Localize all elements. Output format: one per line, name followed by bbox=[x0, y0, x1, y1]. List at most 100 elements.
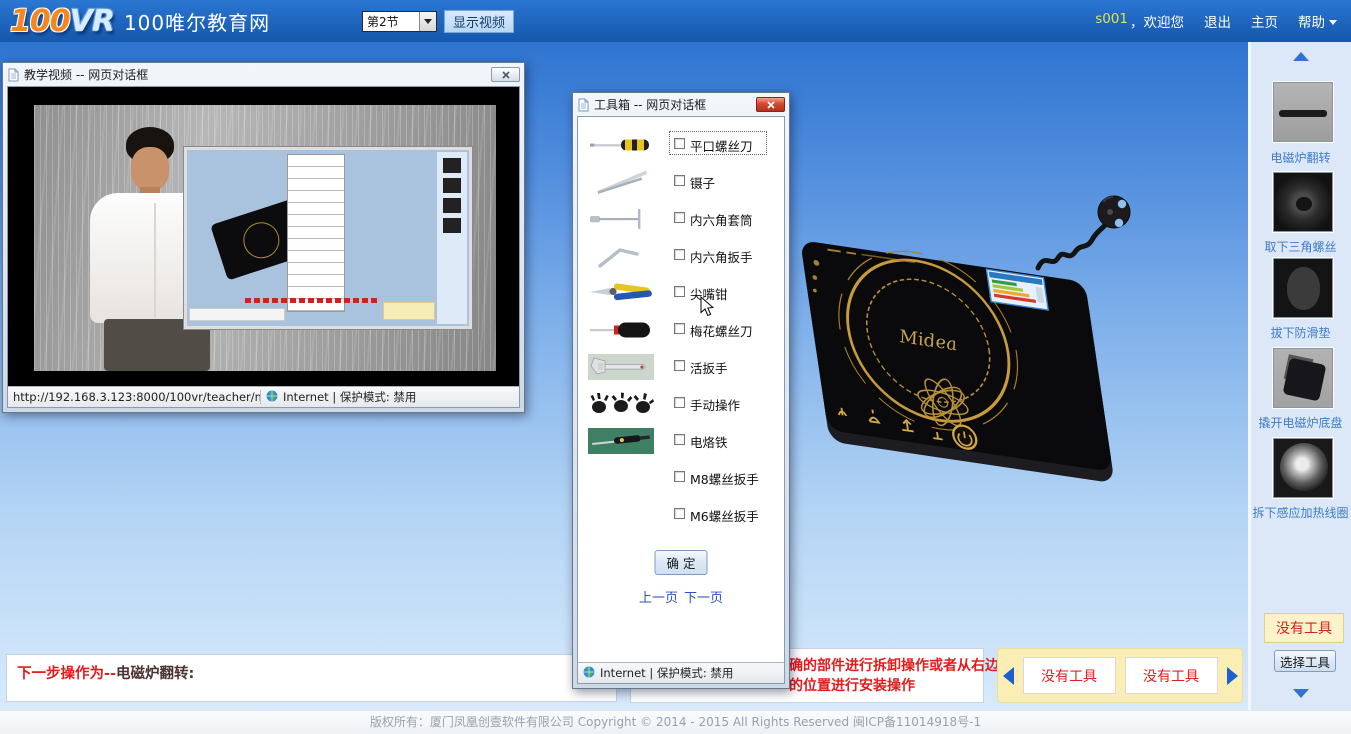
scroll-up-arrow-icon[interactable] bbox=[1293, 52, 1309, 61]
tool-checkbox[interactable] bbox=[674, 212, 685, 223]
tool-checkbox[interactable] bbox=[674, 249, 685, 260]
section-select[interactable]: 第2节 bbox=[362, 11, 437, 32]
tool-row: 手动操作 bbox=[578, 388, 784, 422]
step-label-1[interactable]: 电磁炉翻转 bbox=[1249, 149, 1351, 166]
tool-slot-2[interactable]: 没有工具 bbox=[1125, 657, 1218, 694]
tool-checkbox[interactable] bbox=[674, 508, 685, 519]
tool-checkbox[interactable] bbox=[674, 360, 685, 371]
teaching-video-dialog: 教学视频 -- 网页对话框 bbox=[2, 62, 525, 413]
toolbox-dialog-statusbar: Internet | 保护模式: 禁用 bbox=[578, 662, 784, 683]
app-root: 100VR 100唯尔教育网 第2节 显示视频 s001，欢迎您 退出 主页 帮… bbox=[0, 0, 1351, 734]
toolbox-dialog-title: 工具箱 -- 网页对话框 bbox=[594, 96, 751, 113]
site-title: 100唯尔教育网 bbox=[124, 7, 270, 36]
tool-row: 平口螺丝刀 bbox=[578, 129, 784, 163]
hint-line-2: 的位置进行安装操作 bbox=[789, 676, 1013, 696]
tool-row: 内六角套筒 bbox=[578, 203, 784, 237]
video-frame bbox=[34, 105, 496, 371]
logout-link[interactable]: 退出 bbox=[1204, 11, 1231, 31]
tool-checkbox[interactable] bbox=[674, 138, 685, 149]
tool-slot-1[interactable]: 没有工具 bbox=[1023, 657, 1116, 694]
copyright-text: 版权所有：厦门凤凰创壹软件有限公司 Copyright © 2014 - 201… bbox=[370, 715, 981, 729]
step-label-4[interactable]: 撬开电磁炉底盘 bbox=[1249, 414, 1351, 431]
chevron-down-icon bbox=[424, 19, 432, 24]
next-page-link[interactable]: 下一页 bbox=[684, 591, 723, 606]
teaching-video-player[interactable] bbox=[8, 87, 519, 386]
logo-100-text: 100 bbox=[10, 4, 70, 39]
step-label-2[interactable]: 取下三角螺丝 bbox=[1249, 238, 1351, 255]
tool-label: 平口螺丝刀 bbox=[690, 136, 753, 155]
presenter-face bbox=[131, 147, 169, 191]
current-tool-indicator: 没有工具 bbox=[1264, 613, 1344, 643]
show-video-button[interactable]: 显示视频 bbox=[444, 10, 514, 33]
tool-checkbox[interactable] bbox=[674, 397, 685, 408]
video-dialog-statusbar: http://192.168.3.123:8000/100vr/teacher/… bbox=[8, 386, 519, 407]
tool-row: 尖嘴钳 bbox=[578, 277, 784, 311]
tool-label: 镊子 bbox=[690, 173, 715, 192]
scroll-left-arrow-icon[interactable] bbox=[1003, 667, 1014, 685]
tool-label: M6螺丝扳手 bbox=[690, 506, 759, 525]
scroll-down-arrow-icon[interactable] bbox=[1293, 689, 1309, 698]
globe-icon bbox=[583, 666, 595, 681]
tool-row: 梅花螺丝刀 bbox=[578, 314, 784, 348]
header-bar: 100VR 100唯尔教育网 第2节 显示视频 s001，欢迎您 退出 主页 帮… bbox=[0, 0, 1351, 42]
tool-checkbox[interactable] bbox=[674, 175, 685, 186]
tool-checkbox[interactable] bbox=[674, 323, 685, 334]
toolbox-dialog-protection-status: Internet | 保护模式: 禁用 bbox=[600, 665, 733, 681]
next-step-prefix: 下一步操作为-- bbox=[17, 666, 116, 682]
tool-row: 电烙铁 bbox=[578, 425, 784, 459]
step-label-5[interactable]: 拆下感应加热线圈 bbox=[1249, 504, 1351, 521]
scroll-right-arrow-icon[interactable] bbox=[1227, 667, 1238, 685]
tool-label: 活扳手 bbox=[690, 358, 728, 377]
mouse-cursor bbox=[700, 296, 714, 317]
step-thumbnail-2[interactable] bbox=[1273, 172, 1333, 232]
manual-operation-hands-icon bbox=[588, 389, 654, 419]
site-logo[interactable]: 100VR bbox=[10, 4, 114, 39]
help-link[interactable]: 帮助 bbox=[1298, 11, 1337, 31]
section-select-arrow-button[interactable] bbox=[419, 12, 436, 31]
tool-row: M8螺丝扳手 bbox=[578, 462, 784, 496]
document-icon bbox=[578, 98, 589, 112]
select-tool-button[interactable]: 选择工具 bbox=[1274, 650, 1336, 672]
step-thumbnail-1[interactable] bbox=[1273, 82, 1333, 142]
step-thumbnail-4[interactable] bbox=[1273, 348, 1333, 408]
steps-sidebar: 电磁炉翻转 取下三角螺丝 拔下防滑垫 撬开电磁炉底盘 拆下感应加热线圈 没有工具… bbox=[1248, 42, 1351, 710]
mini-toolbox-graphic bbox=[287, 154, 345, 312]
tool-label: M8螺丝扳手 bbox=[690, 469, 759, 488]
pager: 上一页下一页 bbox=[578, 587, 784, 606]
video-dialog-title: 教学视频 -- 网页对话框 bbox=[24, 66, 486, 83]
video-dialog-close-button[interactable] bbox=[491, 67, 520, 82]
soldering-iron-icon bbox=[588, 426, 654, 456]
mini-hint-text-graphic bbox=[245, 298, 377, 303]
confirm-button[interactable]: 确 定 bbox=[655, 550, 708, 575]
step-label-3[interactable]: 拔下防滑垫 bbox=[1249, 324, 1351, 341]
toolbox-dialog-close-button[interactable] bbox=[756, 97, 785, 112]
hex-socket-icon bbox=[588, 204, 654, 234]
toolbox-dialog-titlebar[interactable]: 工具箱 -- 网页对话框 bbox=[573, 93, 789, 114]
tool-checkbox[interactable] bbox=[674, 434, 685, 445]
flat-screwdriver-icon bbox=[588, 130, 654, 160]
hint-line-1: 确的部件进行拆卸操作或者从右边拖 bbox=[789, 656, 1013, 676]
adjustable-wrench-icon bbox=[588, 352, 654, 382]
tool-slot-panel: 没有工具 没有工具 bbox=[997, 648, 1243, 703]
tool-label: 内六角扳手 bbox=[690, 247, 753, 266]
projected-software-screen bbox=[184, 147, 472, 329]
video-dialog-content: http://192.168.3.123:8000/100vr/teacher/… bbox=[7, 86, 520, 408]
no-image bbox=[588, 500, 654, 530]
tweezers-icon bbox=[588, 167, 654, 197]
next-step-value: 电磁炉翻转: bbox=[116, 666, 194, 682]
welcome-text: ，欢迎您 bbox=[1130, 11, 1184, 31]
section-select-value: 第2节 bbox=[363, 13, 419, 30]
step-thumbnail-5[interactable] bbox=[1273, 438, 1333, 498]
tool-row: 活扳手 bbox=[578, 351, 784, 385]
tool-label: 手动操作 bbox=[690, 395, 740, 414]
prev-page-link[interactable]: 上一页 bbox=[639, 591, 678, 606]
tool-checkbox[interactable] bbox=[674, 471, 685, 482]
video-dialog-titlebar[interactable]: 教学视频 -- 网页对话框 bbox=[3, 63, 524, 84]
step-thumbnail-3[interactable] bbox=[1273, 258, 1333, 318]
home-link[interactable]: 主页 bbox=[1251, 11, 1278, 31]
tool-list: 平口螺丝刀 镊子 内六角套筒 bbox=[578, 117, 784, 662]
hex-key-icon bbox=[588, 241, 654, 271]
tool-checkbox[interactable] bbox=[674, 286, 685, 297]
tool-label: 梅花螺丝刀 bbox=[690, 321, 753, 340]
globe-icon bbox=[266, 390, 278, 405]
